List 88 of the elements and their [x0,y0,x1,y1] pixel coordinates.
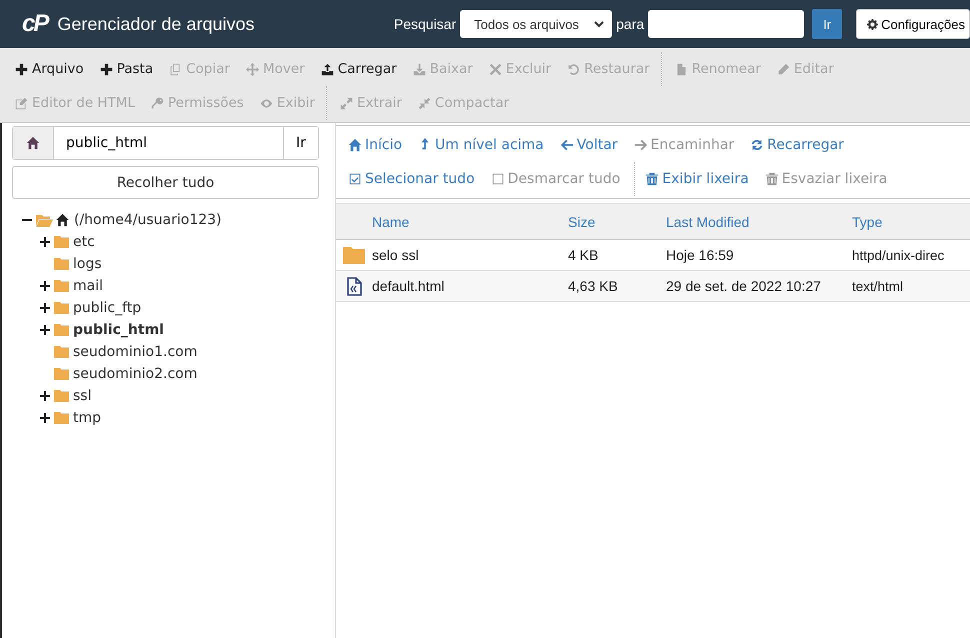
folder-icon [54,236,69,248]
folder-icon [343,246,365,264]
tree-item[interactable]: seudominio2.com [73,366,198,382]
home-icon [26,136,40,150]
checked-box-icon [348,172,362,186]
code-file-icon [346,276,362,296]
folder-icon [54,412,69,424]
tree-item[interactable]: etc [73,234,95,250]
plus-icon [15,62,28,76]
settings-button[interactable]: Configurações [856,9,970,39]
go-button[interactable]: Ir [812,9,842,39]
plus-icon [100,62,113,76]
column-header[interactable]: Name [372,214,568,230]
toolbar-button[interactable]: Arquivo [8,61,93,77]
tree-item[interactable]: ssl [73,388,92,404]
nav-button[interactable]: Selecionar tudo [344,171,487,187]
trash-icon [645,172,660,186]
folder-icon [54,390,69,402]
scope-dropdown[interactable]: Todos os arquivos [460,10,612,38]
tree-item[interactable]: public_html [73,322,164,338]
table-cell[interactable]: default.html [372,278,568,294]
right-arrow-icon [634,138,648,152]
settings-icon [867,18,878,30]
column-header[interactable]: Size [568,214,666,230]
column-header[interactable]: Type [852,214,882,230]
expand-toggle-icon[interactable] [40,391,50,401]
file-icon [674,62,688,76]
tree-item[interactable]: public_ftp [73,300,142,316]
tree-item[interactable]: logs [73,256,102,272]
home-icon [55,213,70,227]
folder-icon [54,368,69,380]
folder-icon [54,258,69,270]
table-cell: text/html [852,278,904,294]
folder-icon [54,302,69,314]
expand-toggle-icon[interactable] [40,281,50,291]
table-cell[interactable]: selo ssl [372,247,568,263]
column-header[interactable]: Last Modified [666,214,852,230]
expand-toggle-icon[interactable] [40,325,50,335]
nav-button[interactable]: Início [344,137,414,153]
tree-item[interactable]: tmp [73,410,102,426]
nav-button[interactable]: Um nível acima [414,137,556,153]
edit-box-icon [15,96,28,110]
table-cell-text: Hoje 16:59 [666,247,735,263]
upload-icon [320,62,334,76]
nav-button[interactable]: Voltar [556,137,630,153]
copy-icon [169,62,182,76]
open-folder-icon [36,214,53,226]
chevron-down-icon [594,20,604,28]
left-arrow-icon [560,138,574,152]
go-button[interactable]: Ir [283,127,318,159]
logo: cP [22,10,48,38]
folder-icon [54,280,69,292]
eye-icon [260,96,273,110]
nav-button[interactable]: Exibir lixeira [641,171,761,187]
nav-button[interactable]: Recarregar [746,137,856,153]
tree-item[interactable]: seudominio1.com [73,344,198,360]
trash-icon [764,172,779,186]
download-icon [412,62,426,76]
app-title: Gerenciador de arquivos [57,14,254,34]
expand-toggle-icon[interactable] [40,303,50,313]
search-label: Pesquisar [394,16,456,32]
expand-arrows-icon [340,96,353,110]
home-icon [348,138,362,152]
table-cell-text: 4,63 KB [568,278,619,294]
pencil-icon [776,62,790,76]
toolbar-button[interactable]: Carregar [314,61,406,77]
refresh-icon [750,138,764,152]
expand-toggle-icon[interactable] [40,413,50,423]
tree-item[interactable]: mail [73,278,103,294]
key-icon [150,96,164,110]
toolbar-button[interactable]: Pasta [92,61,162,77]
empty-box-icon [490,172,505,186]
path-field[interactable]: public_html Ir [12,126,319,160]
folder-icon [54,324,69,336]
home-button[interactable] [13,127,54,159]
table-cell: httpd/unix-direc [852,248,944,262]
expand-toggle-icon[interactable] [40,237,50,247]
for-label: para [616,16,644,32]
move-arrows-icon [246,62,259,76]
table-cell-text: 29 de set. de 2022 10:27 [666,278,822,294]
collapse-all-button[interactable]: Recolher tudo [12,166,319,199]
compress-arrows-icon [418,96,431,110]
undo-icon [567,62,580,76]
folder-icon [54,346,69,358]
tree-item[interactable]: (/home4/usuario123) [74,212,222,228]
search-field[interactable] [648,10,804,38]
table-cell-text: 4 KB [568,247,600,263]
x-icon [488,62,502,76]
